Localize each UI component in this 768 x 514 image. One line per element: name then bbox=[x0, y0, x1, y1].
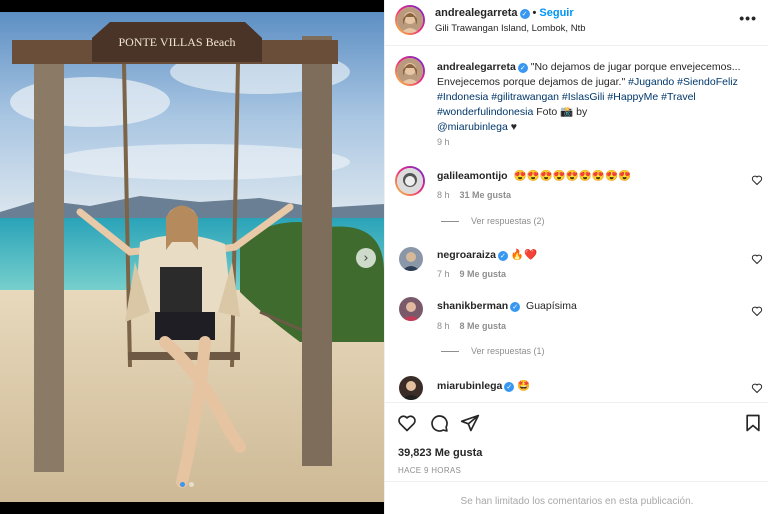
caption-mention[interactable]: @miarubinlega bbox=[437, 121, 508, 133]
verified-icon: ✓ bbox=[497, 251, 508, 261]
view-replies-button[interactable]: Ver respuestas (1) bbox=[441, 346, 545, 356]
next-photo-button[interactable]: › bbox=[356, 248, 376, 268]
follow-button[interactable]: Seguir bbox=[539, 7, 573, 19]
caption-suffix: Foto 📸 by bbox=[536, 106, 588, 118]
comments-limited-notice: Se han limitado los comentarios en esta … bbox=[385, 481, 768, 514]
comment-item: negroaraiza ✓ 🔥❤️ 7 h 9 Me gusta bbox=[385, 245, 768, 285]
divider bbox=[441, 350, 459, 352]
more-options-icon[interactable]: ••• bbox=[739, 10, 757, 26]
verified-icon: ✓ bbox=[504, 382, 515, 392]
view-replies-button[interactable]: Ver respuestas (2) bbox=[441, 216, 545, 226]
post-header: andrealegarreta ✓ • Seguir Gili Trawangan I… bbox=[385, 0, 768, 46]
post-timestamp: HACE 9 HORAS bbox=[398, 466, 462, 475]
commenter-avatar[interactable] bbox=[399, 297, 423, 321]
like-comment-heart-icon[interactable] bbox=[751, 305, 763, 317]
comment-likes[interactable]: 9 Me gusta bbox=[460, 269, 507, 279]
comment-text: Guapísima bbox=[526, 300, 577, 312]
verified-icon: ✓ bbox=[517, 63, 528, 73]
comment-likes[interactable]: 31 Me gusta bbox=[460, 190, 512, 200]
avatar bbox=[397, 58, 423, 84]
carousel-indicator bbox=[180, 482, 194, 487]
caption-time: 9 h bbox=[437, 137, 450, 147]
like-comment-heart-icon[interactable] bbox=[751, 382, 763, 394]
comment-username[interactable]: galileamontijo bbox=[437, 170, 508, 182]
comment-username[interactable]: miarubinlega bbox=[437, 380, 502, 392]
comment-username[interactable]: shanikberman bbox=[437, 300, 508, 312]
caption-avatar-ring[interactable] bbox=[395, 56, 425, 86]
comment-text: 🔥❤️ bbox=[510, 249, 538, 261]
author-username[interactable]: andrealegarreta bbox=[435, 7, 518, 19]
comment-username[interactable]: negroaraiza bbox=[437, 249, 496, 261]
comment-time: 7 h bbox=[437, 269, 450, 279]
avatar bbox=[397, 168, 423, 194]
like-comment-heart-icon[interactable] bbox=[751, 253, 763, 265]
commenter-avatar[interactable] bbox=[399, 376, 423, 400]
carousel-dot bbox=[180, 482, 185, 487]
comment-text: 😍😍😍😍😍😍😍😍😍 bbox=[513, 170, 632, 182]
comment-time: 8 h bbox=[437, 321, 450, 331]
beach-swing-image: PONTE VILLAS Beach bbox=[0, 12, 384, 502]
author-avatar-ring[interactable] bbox=[395, 5, 425, 35]
sign-text: PONTE VILLAS Beach bbox=[118, 35, 235, 49]
divider bbox=[441, 220, 459, 222]
post-caption: andrealegarreta ✓ "No dejamos de jugar po… bbox=[437, 60, 755, 135]
avatar bbox=[397, 7, 423, 33]
chevron-right-icon: › bbox=[363, 250, 369, 266]
caption-heart: ♥ bbox=[510, 121, 517, 133]
comment-time: 8 h bbox=[437, 190, 450, 200]
post-likes-count[interactable]: 39,823 Me gusta bbox=[398, 447, 482, 459]
carousel-dot bbox=[189, 482, 194, 487]
commenter-avatar[interactable] bbox=[395, 166, 425, 196]
commenter-avatar[interactable] bbox=[399, 247, 423, 271]
like-comment-heart-icon[interactable] bbox=[751, 174, 763, 186]
bookmark-icon[interactable] bbox=[743, 413, 763, 433]
comment-item: galileamontijo 😍😍😍😍😍😍😍😍😍 8 h 31 Me gusta bbox=[385, 166, 768, 206]
verified-icon: ✓ bbox=[519, 9, 530, 19]
comment-text: 🤩 bbox=[517, 380, 531, 392]
comment-likes[interactable]: 8 Me gusta bbox=[460, 321, 507, 331]
post-side-panel: andrealegarreta ✓ • Seguir Gili Trawangan I… bbox=[384, 0, 768, 514]
comment-item: shanikberman ✓ Guapísima 8 h 8 Me gusta bbox=[385, 297, 768, 337]
post-actions: 39,823 Me gusta HACE 9 HORAS Se han limi… bbox=[385, 402, 768, 514]
view-replies-label: Ver respuestas (1) bbox=[471, 346, 545, 356]
separator: • bbox=[532, 7, 537, 19]
caption-username[interactable]: andrealegarreta bbox=[437, 61, 516, 73]
comment-icon[interactable] bbox=[429, 413, 449, 433]
post-location[interactable]: Gili Trawangan Island, Lombok, Ntb bbox=[435, 23, 586, 34]
comment-item: miarubinlega ✓ 🤩 bbox=[385, 376, 768, 402]
view-replies-label: Ver respuestas (2) bbox=[471, 216, 545, 226]
verified-icon: ✓ bbox=[510, 302, 521, 312]
heart-icon[interactable] bbox=[397, 413, 417, 433]
share-icon[interactable] bbox=[460, 413, 480, 433]
post-photo[interactable]: PONTE VILLAS Beach › bbox=[0, 0, 384, 514]
